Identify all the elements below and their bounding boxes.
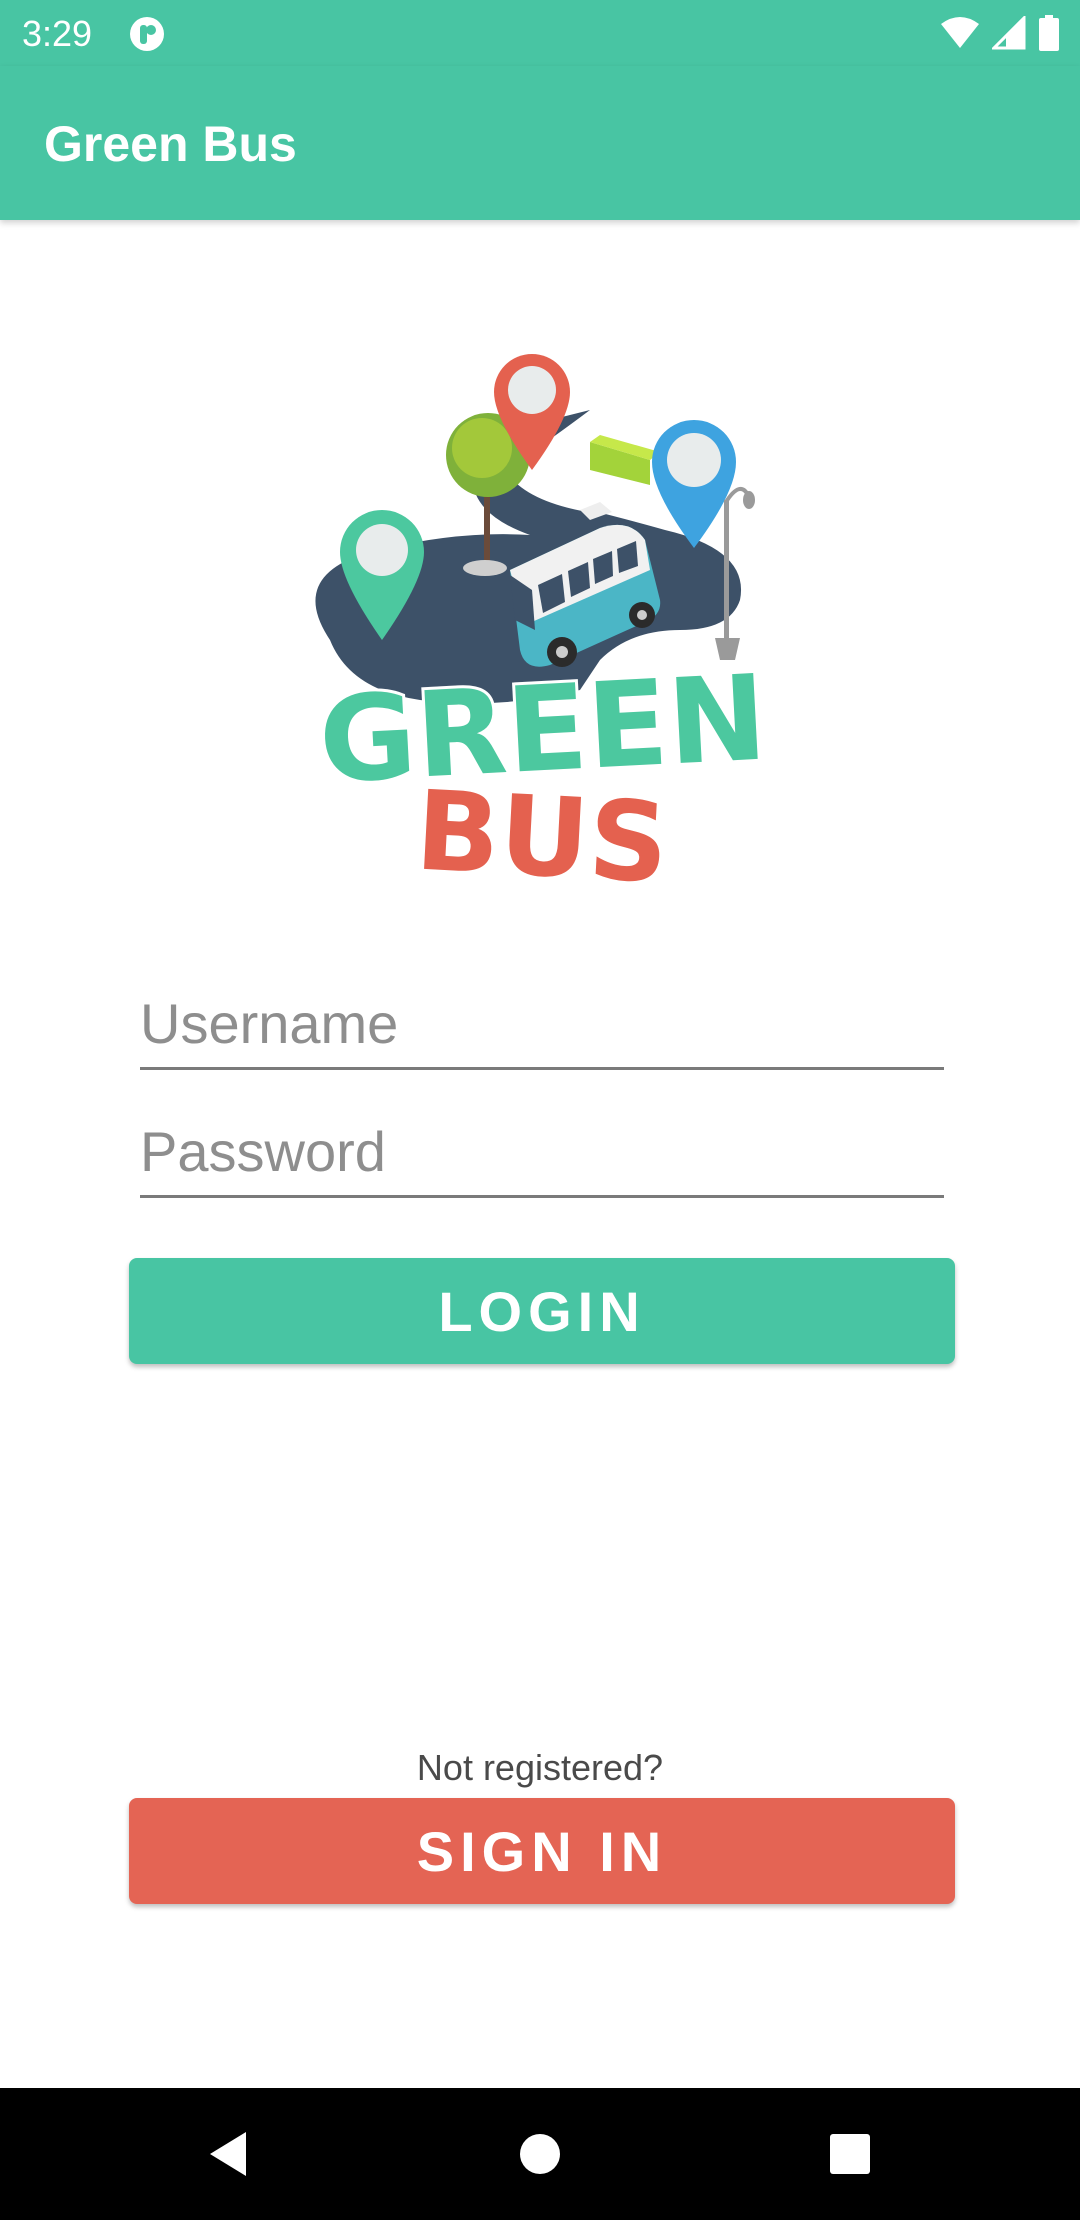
login-button[interactable]: LOGIN [129, 1258, 955, 1364]
recents-button[interactable] [818, 2122, 882, 2186]
status-icons [940, 14, 1060, 52]
back-button[interactable] [196, 2122, 260, 2186]
recents-icon [830, 2134, 870, 2174]
status-bar: 3:29 [0, 0, 1080, 66]
password-field[interactable] [140, 1112, 944, 1198]
logo-text-bus: BUS [413, 767, 672, 900]
wifi-icon [941, 17, 979, 48]
not-registered-text: Not registered? [416, 1747, 664, 1788]
home-button[interactable] [508, 2122, 572, 2186]
home-icon [520, 2134, 560, 2174]
sign-in-button[interactable]: SIGN IN [129, 1798, 955, 1904]
signal-icon [992, 16, 1026, 50]
login-screen: 3:29 Green Bus GREEN BUS Username LOGIN … [0, 0, 1080, 2220]
app-bar: Green Bus [0, 66, 1080, 220]
system-nav-bar [0, 2088, 1080, 2220]
status-time: 3:29 [22, 13, 93, 54]
app-title: Green Bus [44, 116, 297, 172]
battery-icon [1039, 15, 1059, 51]
username-field[interactable] [140, 984, 944, 1070]
back-icon [210, 2132, 246, 2176]
notification-app-icon [130, 17, 164, 51]
green-bus-logo: GREEN BUS [313, 354, 773, 900]
